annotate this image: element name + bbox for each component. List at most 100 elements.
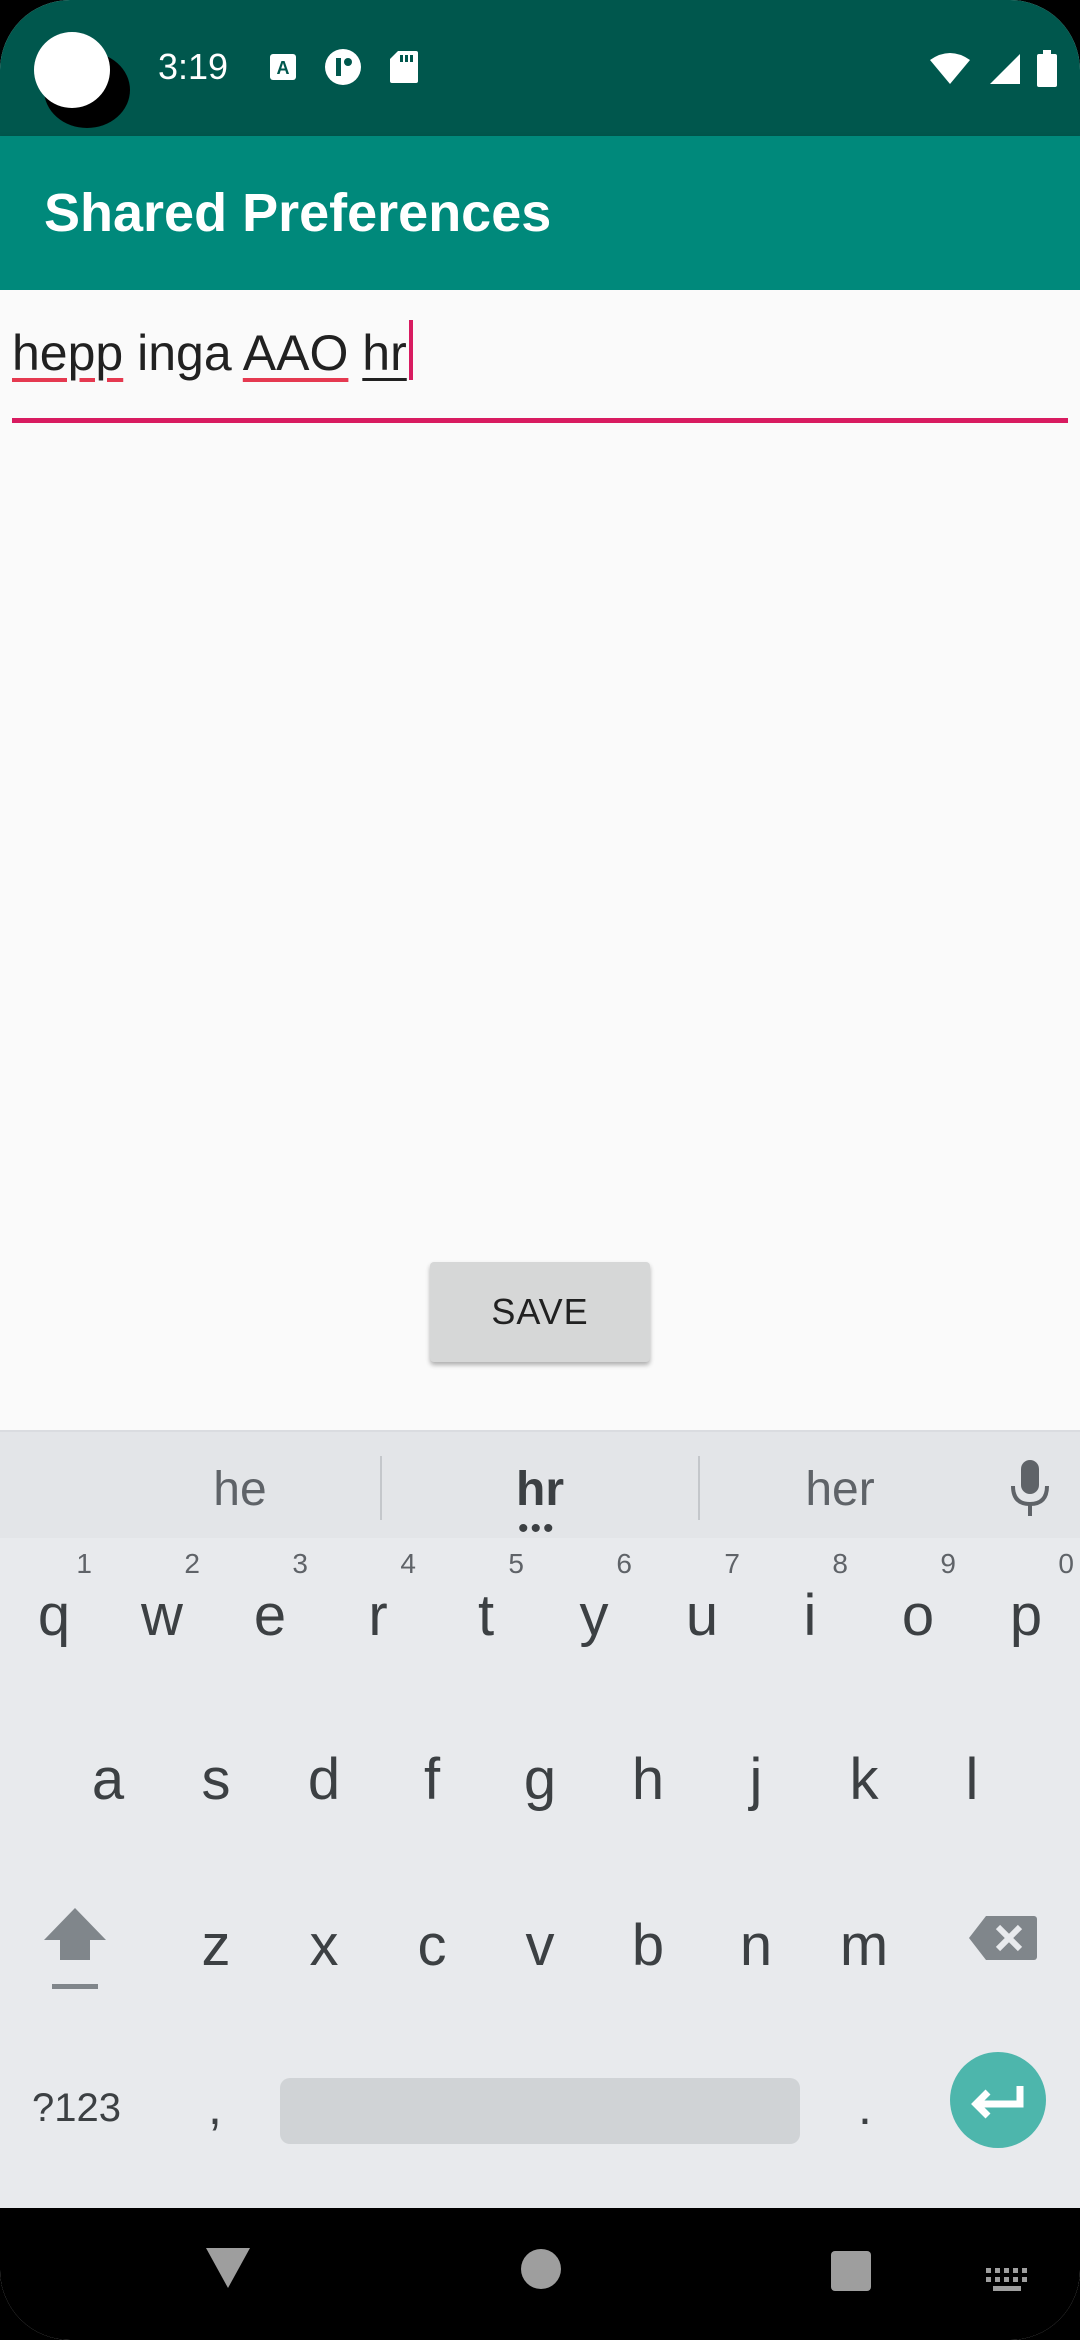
key-label: p (1009, 1583, 1043, 1648)
recents-icon[interactable] (830, 2250, 872, 2292)
key-label: o (901, 1583, 935, 1648)
key-l[interactable]: l (920, 1702, 1024, 1852)
key-label: u (685, 1583, 719, 1648)
key-label: k (849, 1747, 879, 1812)
key-z[interactable]: z (164, 1868, 268, 2018)
backspace-icon[interactable] (968, 1914, 1038, 1962)
save-button[interactable]: SAVE (430, 1262, 650, 1362)
signal-icon (990, 54, 1020, 84)
key-r[interactable]: r4 (326, 1538, 430, 1688)
key-label: c (417, 1913, 447, 1978)
camera-cutout (34, 32, 110, 108)
misspelled-word: hepp (12, 325, 124, 381)
symbols-key[interactable]: ?123 (32, 2086, 121, 2131)
app-bar: Shared Preferences (0, 136, 1080, 290)
key-label: z (201, 1913, 231, 1978)
text-input-value[interactable]: hepp inga AAO hr (12, 320, 413, 382)
enter-arrow-icon (971, 2086, 1024, 2119)
key-label: e (253, 1583, 287, 1648)
back-icon[interactable] (204, 2246, 252, 2290)
key-label: g (523, 1747, 557, 1812)
key-label: x (309, 1913, 339, 1978)
key-hint: 1 (76, 1548, 92, 1579)
key-s[interactable]: s (164, 1702, 268, 1852)
input-underline (12, 418, 1068, 423)
key-i[interactable]: i8 (758, 1538, 862, 1688)
navigation-bar (0, 2208, 1080, 2340)
font-a-icon: A (270, 54, 296, 80)
key-hint: 9 (940, 1548, 956, 1579)
key-a[interactable]: a (56, 1702, 160, 1852)
key-label: r (368, 1583, 388, 1648)
notification-icon (325, 49, 361, 85)
suggestion-strip: he hr ••• her (0, 1430, 1080, 1545)
enter-key[interactable] (950, 2052, 1046, 2148)
key-label: j (749, 1747, 763, 1812)
key-label: f (423, 1747, 441, 1812)
key-label: y (579, 1583, 609, 1648)
key-o[interactable]: o9 (866, 1538, 970, 1688)
input-space (348, 325, 362, 381)
key-d[interactable]: d (272, 1702, 376, 1852)
key-f[interactable]: f (380, 1702, 484, 1852)
text-input-field[interactable]: hepp inga AAO hr (12, 320, 1068, 423)
key-hint: 8 (832, 1548, 848, 1579)
composing-word: hr (362, 325, 407, 381)
key-hint: 6 (616, 1548, 632, 1579)
suggestion-center[interactable]: hr (420, 1462, 660, 1517)
keys-area: q1 w2 e3 r4 t5 y6 u7 i8 o9 p0 a s d f g … (0, 1538, 1080, 2208)
key-n[interactable]: n (704, 1868, 808, 2018)
device-screen: 3:19 A Shared Preferences hepp inga AAO … (0, 0, 1080, 2340)
key-label: q (37, 1583, 71, 1648)
key-label: m (839, 1913, 889, 1978)
key-label: d (307, 1747, 341, 1812)
key-j[interactable]: j (704, 1702, 808, 1852)
shift-key-icon[interactable] (40, 1900, 110, 1996)
period-key[interactable]: . (858, 2078, 872, 2136)
key-m[interactable]: m (812, 1868, 916, 2018)
comma-key[interactable]: , (208, 2078, 222, 2136)
microphone-icon[interactable] (1008, 1458, 1052, 1518)
text-cursor (408, 320, 413, 380)
key-label: h (631, 1747, 665, 1812)
main-content: hepp inga AAO hr SAVE (0, 290, 1080, 1430)
soft-keyboard: he hr ••• her q1 w2 e3 r4 t5 y6 u7 i8 o9… (0, 1430, 1080, 2208)
key-c[interactable]: c (380, 1868, 484, 2018)
keyboard-switch-icon[interactable] (984, 2266, 1030, 2294)
key-label: v (525, 1913, 555, 1978)
spacebar[interactable] (280, 2078, 800, 2144)
key-label: s (201, 1747, 231, 1812)
app-title: Shared Preferences (44, 183, 552, 243)
suggestion-left[interactable]: he (120, 1462, 360, 1517)
key-label: n (739, 1913, 773, 1978)
key-x[interactable]: x (272, 1868, 376, 2018)
status-bar: 3:19 A (0, 0, 1080, 136)
suggestion-divider (698, 1456, 700, 1520)
key-h[interactable]: h (596, 1702, 700, 1852)
home-icon[interactable] (520, 2248, 562, 2290)
key-hint: 3 (292, 1548, 308, 1579)
key-q[interactable]: q1 (2, 1538, 106, 1688)
suggestion-right[interactable]: her (720, 1462, 960, 1517)
key-label: b (631, 1913, 665, 1978)
key-hint: 4 (400, 1548, 416, 1579)
more-suggestions-dots: ••• (518, 1512, 556, 1545)
key-k[interactable]: k (812, 1702, 916, 1852)
key-e[interactable]: e3 (218, 1538, 322, 1688)
key-p[interactable]: p0 (974, 1538, 1078, 1688)
key-hint: 7 (724, 1548, 740, 1579)
suggestion-divider (380, 1456, 382, 1520)
key-b[interactable]: b (596, 1868, 700, 2018)
key-w[interactable]: w2 (110, 1538, 214, 1688)
status-time: 3:19 (158, 46, 229, 87)
key-label: w (141, 1583, 183, 1648)
input-word: inga (123, 325, 243, 381)
key-t[interactable]: t5 (434, 1538, 538, 1688)
key-label: l (965, 1747, 979, 1812)
wifi-icon (930, 53, 970, 84)
key-v[interactable]: v (488, 1868, 592, 2018)
key-y[interactable]: y6 (542, 1538, 646, 1688)
key-u[interactable]: u7 (650, 1538, 754, 1688)
sd-card-icon (390, 51, 418, 83)
key-g[interactable]: g (488, 1702, 592, 1852)
